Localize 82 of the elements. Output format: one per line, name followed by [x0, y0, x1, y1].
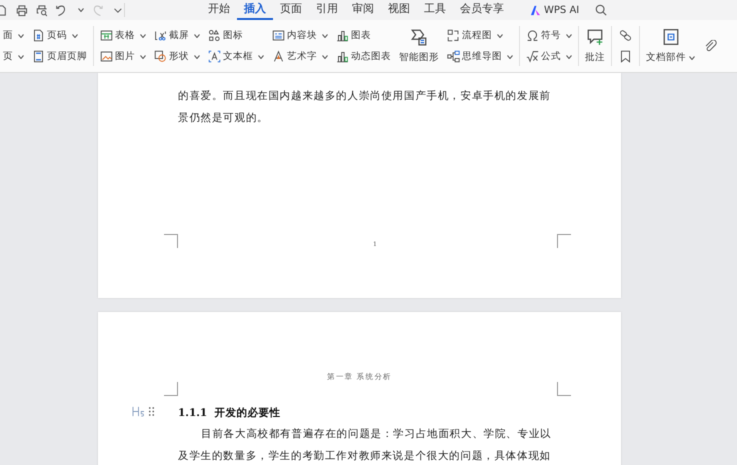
- ribbon-button[interactable]: 页码: [31, 26, 88, 45]
- corner-mark: [164, 382, 178, 396]
- page-number-icon: [32, 29, 45, 42]
- print-icon[interactable]: [16, 4, 28, 16]
- corner-mark: [557, 382, 571, 396]
- flowchart-icon: [447, 29, 460, 42]
- ribbon-button[interactable]: 文本框: [207, 47, 265, 66]
- ribbon-button[interactable]: 公式: [525, 47, 573, 66]
- ribbon-tab[interactable]: 审阅: [345, 0, 381, 20]
- radical-icon: [526, 50, 539, 63]
- undo-icon[interactable]: [55, 4, 68, 16]
- caret-icon: [194, 54, 200, 58]
- ribbon-tab[interactable]: 页面: [273, 0, 309, 20]
- header-footer-icon: [32, 50, 45, 63]
- caret-icon: [566, 54, 572, 58]
- bookmark-icon: [619, 50, 632, 63]
- ribbon-button[interactable]: 形状: [153, 47, 201, 66]
- corner-mark: [557, 234, 571, 248]
- caret-icon: [507, 54, 513, 58]
- caret-icon: [258, 54, 264, 58]
- ribbon-button[interactable]: 文档部件: [645, 26, 696, 66]
- ribbon-button[interactable]: 面: [2, 26, 25, 45]
- ribbon-button[interactable]: 智能图形: [398, 26, 440, 66]
- document-parts-icon: [662, 28, 680, 46]
- caret-icon: [322, 34, 328, 38]
- ribbon-tab[interactable]: 开始: [201, 0, 237, 20]
- picture-icon: [100, 50, 113, 63]
- caret-icon: [18, 54, 24, 58]
- smart-art-icon: [410, 28, 428, 46]
- section-heading: 1.1.1 开发的必要性: [178, 406, 282, 421]
- ai-button[interactable]: WPS AI: [526, 4, 584, 16]
- table-icon: [100, 29, 113, 42]
- link-icon: [619, 29, 632, 42]
- icon-grid-icon: [208, 29, 221, 42]
- chart-icon: [336, 29, 349, 42]
- scissors-icon: [154, 29, 167, 42]
- chart-icon: [336, 50, 349, 63]
- ribbon-button[interactable]: 批注: [584, 26, 606, 66]
- caret-icon: [497, 34, 503, 38]
- ribbon-button[interactable]: 符号: [525, 26, 573, 45]
- paperclip-icon: [704, 40, 717, 52]
- caret-icon: [689, 56, 695, 60]
- shapes-icon: [154, 50, 167, 63]
- ribbon-tab[interactable]: 视图: [381, 0, 417, 20]
- body-paragraph: 的喜爱。而且现在国内越来越多的人崇尚使用国产手机，安卓手机的发展前景仍然是可观的。: [178, 89, 552, 126]
- print-preview-icon[interactable]: [36, 4, 48, 16]
- ribbon-button[interactable]: 表格: [99, 26, 147, 45]
- ribbon-tab[interactable]: 会员专享: [453, 0, 511, 20]
- ribbon-button[interactable]: 图表: [335, 26, 392, 45]
- ribbon-button[interactable]: 页眉页脚: [31, 47, 88, 66]
- redo-icon: [92, 4, 104, 16]
- ribbon-button[interactable]: 页: [2, 47, 25, 66]
- comment-icon: [586, 28, 604, 46]
- caret-icon: [322, 54, 328, 58]
- caret-icon: [140, 54, 146, 58]
- caret-icon: [72, 34, 78, 38]
- caret-icon: [140, 34, 146, 38]
- caret-icon: [194, 34, 200, 38]
- caret-icon: [78, 8, 84, 12]
- content-block-icon: [272, 29, 285, 42]
- ai-logo-icon: [530, 4, 541, 16]
- drag-handle-icon[interactable]: [148, 406, 155, 417]
- search-icon[interactable]: [595, 4, 608, 16]
- letter-a-icon: [272, 50, 285, 63]
- ribbon-button[interactable]: 内容块: [271, 26, 329, 45]
- text-box-icon: [208, 50, 221, 63]
- ribbon-tab[interactable]: 引用: [309, 0, 345, 20]
- heading-icon[interactable]: [132, 406, 145, 417]
- corner-mark: [164, 234, 178, 248]
- ribbon-button[interactable]: 思维导图: [446, 47, 514, 66]
- ribbon-button[interactable]: 动态图表: [335, 47, 392, 66]
- caret-icon: [18, 34, 24, 38]
- body-paragraph: 目前各大高校都有普遍存在的问题是：学习占地面积大、学院、专业以及学生的数量多，学生的考勤工作对教师来说是个很大的问题，具体体现如: [178, 427, 552, 464]
- ribbon-button[interactable]: 流程图: [446, 26, 514, 45]
- ribbon-button[interactable]: 图标: [207, 26, 265, 45]
- mind-map-icon: [447, 50, 460, 63]
- ribbon-button[interactable]: 图片: [99, 47, 147, 66]
- caret-icon: [566, 34, 572, 38]
- omega-icon: [526, 29, 539, 42]
- ribbon-button[interactable]: 艺术字: [271, 47, 329, 66]
- ribbon-button[interactable]: 截屏: [153, 26, 201, 45]
- ribbon-tab[interactable]: 工具: [417, 0, 453, 20]
